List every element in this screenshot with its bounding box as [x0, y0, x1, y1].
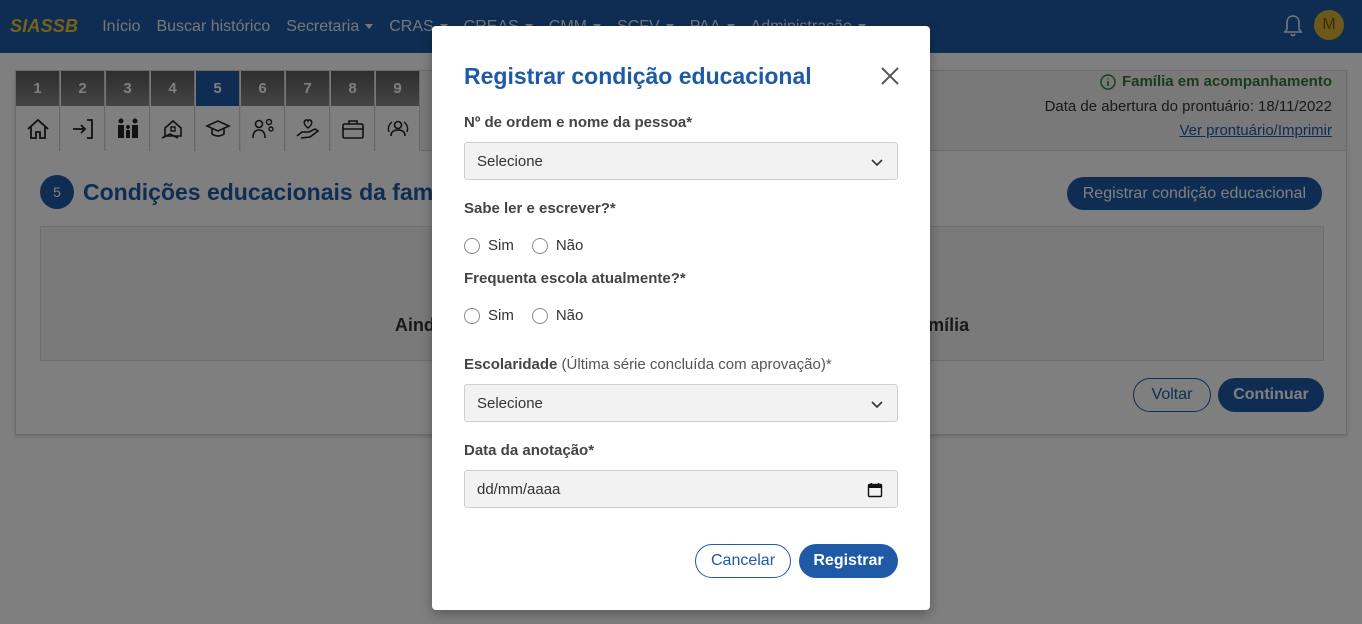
calendar-icon[interactable]: [867, 482, 883, 498]
chevron-down-icon: [871, 159, 883, 167]
chevron-down-icon: [871, 401, 883, 409]
school-attendance-label: Frequenta escola atualmente?*: [464, 270, 686, 287]
education-label-hint: (Última série concluída com aprovação)*: [557, 356, 832, 373]
person-label: Nº de ordem e nome da pessoa*: [464, 114, 693, 131]
date-placeholder: dd/mm/aaaa: [477, 480, 561, 498]
school-yes-label[interactable]: Sim: [488, 307, 514, 324]
school-no-radio[interactable]: [531, 307, 548, 324]
literacy-no-label[interactable]: Não: [556, 237, 584, 254]
literacy-yes-label[interactable]: Sim: [488, 237, 514, 254]
person-select-value: Selecione: [477, 152, 543, 170]
literacy-radio-group: Sim Não: [464, 237, 601, 254]
school-radio-group: Sim Não: [464, 307, 601, 324]
submit-button[interactable]: Registrar: [799, 544, 898, 578]
date-input[interactable]: dd/mm/aaaa: [464, 470, 898, 508]
modal-title: Registrar condição educacional: [464, 63, 812, 89]
education-label-text: Escolaridade: [464, 356, 558, 373]
cancel-button[interactable]: Cancelar: [695, 544, 791, 578]
education-label: Escolaridade (Última série concluída com…: [464, 356, 832, 373]
literacy-label: Sabe ler e escrever?*: [464, 200, 616, 217]
literacy-no-radio[interactable]: [531, 237, 548, 254]
school-yes-radio[interactable]: [464, 307, 480, 324]
register-condition-modal: Registrar condição educacional Nº de ord…: [432, 26, 930, 610]
literacy-yes-radio[interactable]: [464, 237, 480, 254]
person-select[interactable]: Selecione: [464, 142, 898, 180]
school-no-label[interactable]: Não: [556, 307, 584, 324]
close-icon[interactable]: [878, 64, 902, 88]
education-select-value: Selecione: [477, 394, 543, 412]
education-select[interactable]: Selecione: [464, 384, 898, 422]
date-label: Data da anotação*: [464, 442, 595, 459]
